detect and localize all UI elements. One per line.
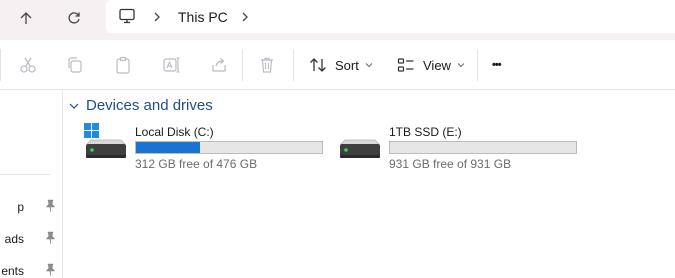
nav-divider [0, 174, 50, 175]
breadcrumb-this-pc[interactable]: This PC [178, 9, 228, 25]
cut-icon[interactable] [18, 55, 38, 75]
nav-item-documents[interactable]: ents [0, 260, 62, 278]
pin-icon[interactable] [44, 263, 56, 278]
refresh-icon [68, 12, 80, 24]
toolbar-divider [477, 49, 478, 81]
nav-item-pinned[interactable]: p [0, 196, 62, 218]
chevron-right-icon[interactable] [152, 10, 162, 28]
drive-name: Local Disk (C:) [135, 125, 214, 139]
refresh-button[interactable] [60, 6, 88, 30]
up-button[interactable] [12, 6, 40, 30]
arrow-up-icon [20, 12, 32, 24]
delete-icon[interactable] [257, 55, 277, 75]
share-icon[interactable] [209, 55, 229, 75]
title-bar: This PC [0, 0, 675, 40]
monitor-icon [118, 7, 136, 30]
chevron-down-icon [457, 63, 465, 68]
view-button[interactable]: View [397, 53, 465, 77]
drive-free-space: 931 GB free of 931 GB [389, 157, 512, 171]
rename-icon[interactable] [161, 55, 181, 75]
chevron-down-icon [365, 63, 373, 68]
pin-icon[interactable] [44, 199, 56, 216]
paste-icon[interactable] [113, 55, 133, 75]
nav-item-label: ents [1, 264, 24, 278]
more-options-button[interactable]: ••• [492, 53, 502, 77]
drive-icon [83, 122, 129, 167]
chevron-down-icon [69, 103, 79, 109]
section-title: Devices and drives [86, 97, 213, 114]
command-bar: Sort View ••• [0, 41, 675, 90]
chevron-right-icon[interactable] [240, 10, 250, 28]
drive-usage-fill [136, 142, 201, 153]
drive-usage-bar [135, 141, 323, 154]
drive-icon [337, 122, 383, 167]
nav-item-label: ads [4, 232, 24, 246]
drive-tile[interactable]: 1TB SSD (E:) 931 GB free of 931 GB [337, 122, 587, 174]
nav-item-downloads[interactable]: ads [0, 228, 62, 250]
nav-item-label: p [17, 200, 24, 214]
toolbar-divider [242, 49, 243, 81]
section-header[interactable]: Devices and drives [68, 97, 213, 114]
sort-button[interactable]: Sort [309, 53, 373, 77]
navigation-pane: p ads ents [0, 90, 63, 278]
sort-icon [310, 58, 326, 72]
drive-tile[interactable]: Local Disk (C:) 312 GB free of 476 GB [83, 122, 333, 174]
view-layout-icon [397, 58, 414, 72]
drive-name: 1TB SSD (E:) [389, 125, 462, 139]
address-bar[interactable]: This PC [106, 0, 675, 33]
pin-icon[interactable] [44, 231, 56, 248]
sort-label: Sort [335, 57, 359, 73]
toolbar-divider [0, 49, 1, 81]
view-label: View [423, 57, 451, 73]
drive-usage-bar [389, 141, 577, 154]
drive-free-space: 312 GB free of 476 GB [135, 157, 258, 171]
more-options-icon: ••• [492, 59, 502, 71]
toolbar-divider [293, 49, 294, 81]
copy-icon[interactable] [65, 55, 85, 75]
